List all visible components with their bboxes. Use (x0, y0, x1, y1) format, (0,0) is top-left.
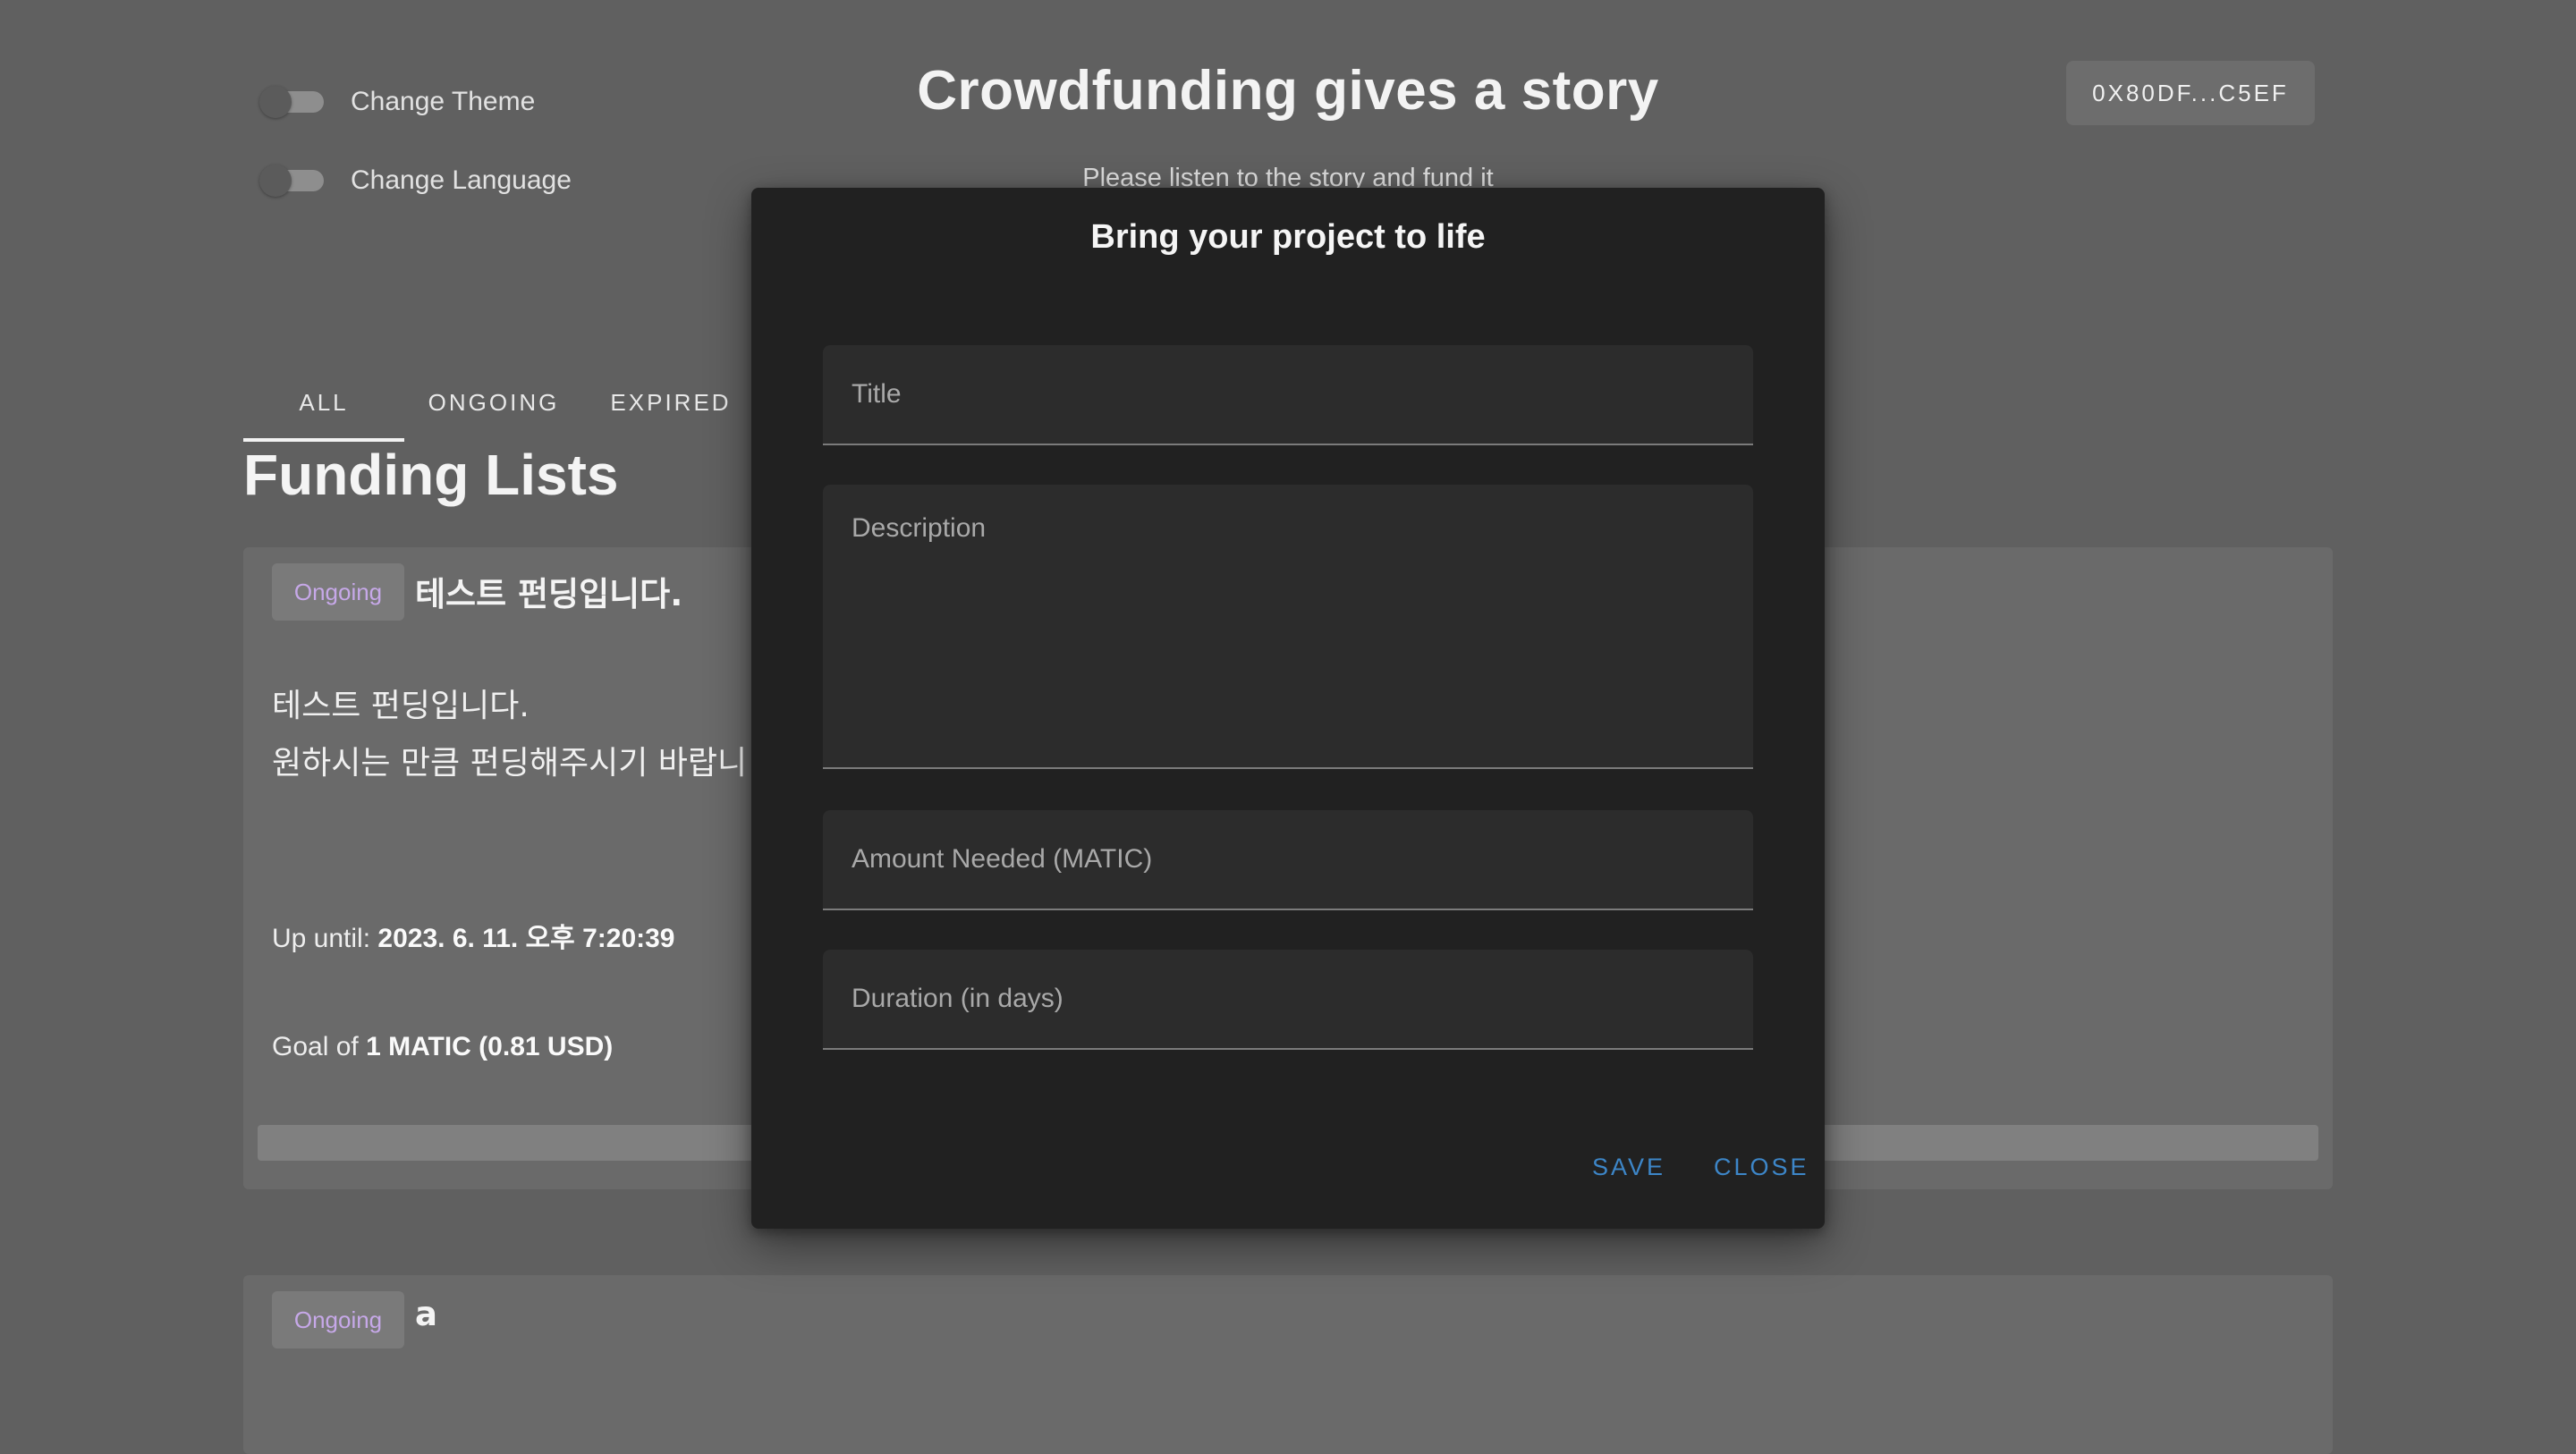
title-field[interactable]: Title (823, 345, 1753, 445)
title-field-label: Title (852, 379, 902, 409)
section-title: Funding Lists (243, 443, 619, 507)
funding-tabs: ALL ONGOING EXPIRED (243, 367, 758, 442)
save-button[interactable]: SAVE (1592, 1154, 1665, 1181)
duration-field[interactable]: Duration (in days) (823, 950, 1753, 1050)
duration-field-label: Duration (in days) (852, 984, 1063, 1013)
tab-all[interactable]: ALL (243, 367, 404, 442)
deadline-value: 2023. 6. 11. 오후 7:20:39 (377, 924, 675, 953)
card-description: 테스트 펀딩입니다. 원하시는 만큼 펀딩해주시기 바랍니 (272, 688, 748, 782)
goal-value: 1 MATIC (0.81 USD) (366, 1032, 614, 1061)
amount-field[interactable]: Amount Needed (MATIC) (823, 810, 1753, 910)
close-button[interactable]: CLOSE (1714, 1154, 1809, 1181)
goal-label: Goal of (272, 1032, 359, 1061)
funding-card[interactable]: Ongoing a (243, 1275, 2333, 1454)
create-project-dialog: Bring your project to life Title Descrip… (751, 188, 1825, 1229)
tab-expired[interactable]: EXPIRED (583, 367, 758, 438)
tab-ongoing[interactable]: ONGOING (404, 367, 583, 438)
card-title: a (415, 1295, 437, 1333)
wallet-address-button[interactable]: 0X80DF...C5EF (2066, 61, 2315, 125)
status-badge: Ongoing (272, 1291, 404, 1348)
card-title: 테스트 펀딩입니다. (415, 575, 683, 613)
dialog-title: Bring your project to life (1090, 218, 1486, 256)
status-badge: Ongoing (272, 563, 404, 621)
deadline-label: Up until: (272, 924, 371, 953)
card-deadline: Up until: 2023. 6. 11. 오후 7:20:39 (272, 916, 675, 955)
description-field-label: Description (852, 513, 987, 543)
card-goal: Goal of 1 MATIC (0.81 USD) (272, 1032, 613, 1062)
amount-field-label: Amount Needed (MATIC) (852, 844, 1153, 874)
description-field[interactable]: Description (823, 485, 1753, 769)
